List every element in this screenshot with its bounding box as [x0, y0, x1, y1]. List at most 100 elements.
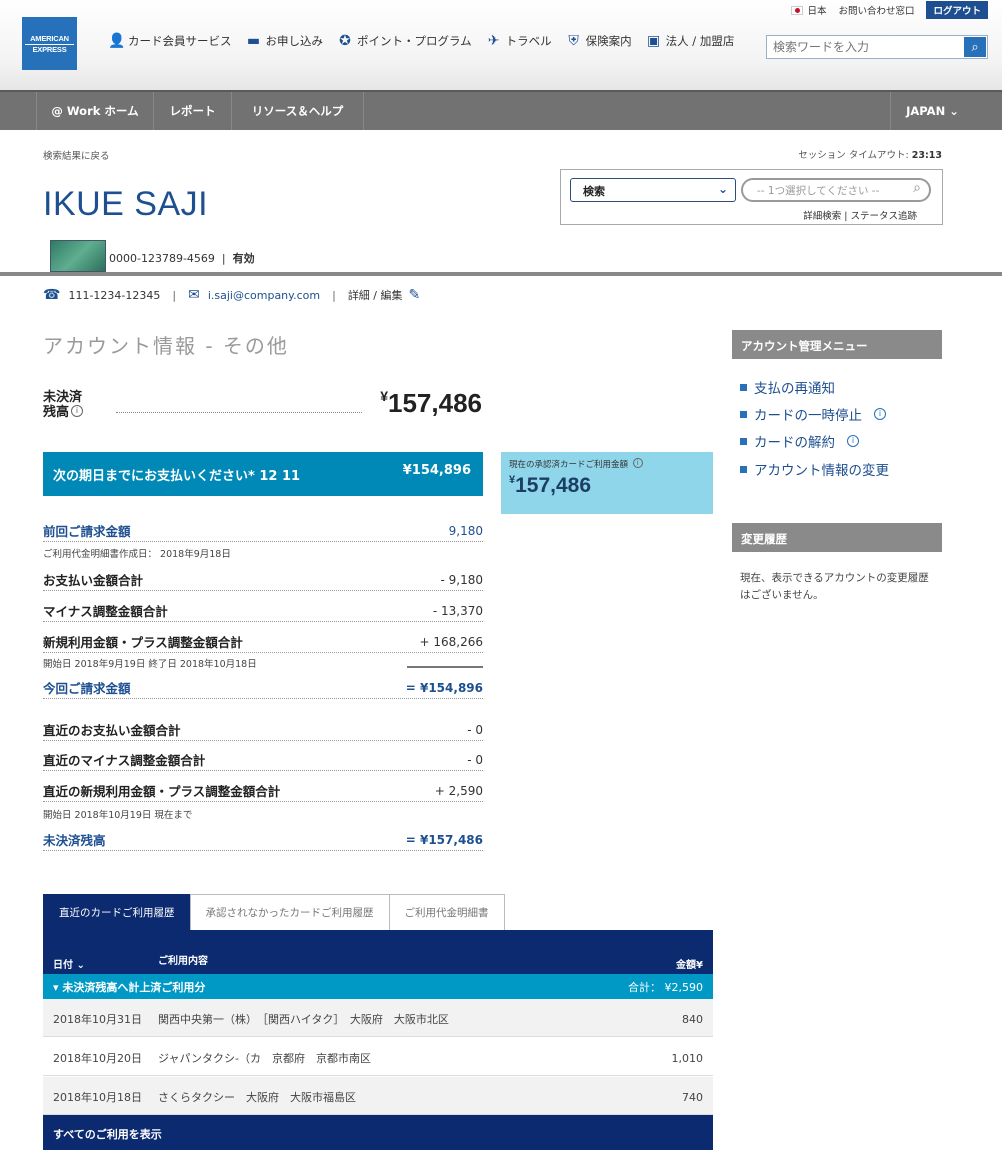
info-icon[interactable]: i [847, 435, 859, 447]
main-nav: 👤 カード会員サービス ▬ お申し込み ✪ ポイント・プログラム ✈ トラベル … [108, 33, 748, 49]
tab-recent-transactions[interactable]: 直近のカードご利用履歴 [43, 894, 191, 930]
sum-line [407, 666, 483, 668]
nav-item-member-services[interactable]: 👤 カード会員サービス [108, 33, 232, 49]
bullet-icon [740, 410, 747, 418]
country-link[interactable]: 日本 [807, 3, 826, 17]
nav-item-points[interactable]: ✪ ポイント・プログラム [337, 33, 472, 49]
bullet-icon [740, 437, 747, 445]
utility-bar: 日本 お問い合わせ窓口 ログアウト [791, 0, 988, 20]
tab-declined-transactions[interactable]: 承認されなかったカードご利用履歴 [189, 894, 390, 930]
contact-line: ☎ 111-1234-12345 | ✉ i.saji@company.com … [43, 287, 421, 303]
tab-resources[interactable]: リソース＆ヘルプ [232, 92, 364, 130]
nav-item-corporate[interactable]: ▣ 法人 / 加盟店 [646, 33, 734, 49]
status-tracking-link[interactable]: ステータス追跡 [850, 211, 917, 222]
bullet-icon [740, 465, 747, 473]
col-date-sort[interactable]: 日付 ⌄ [53, 956, 85, 971]
table-row[interactable]: 2018年10月18日 さくらタクシー 大阪府 大阪市福島区 740 [43, 1077, 713, 1115]
current-authorized-label: 現在の承認済カードご利用金額 [509, 460, 629, 470]
row-recent-new: 直近の新規利用金額・プラス調整金額合計 + 2,590 [43, 781, 483, 802]
group-row[interactable]: ▾ 未決済残高へ計上済ご利用分 合計： ¥2,590 [43, 974, 713, 999]
person-icon: 👤 [108, 33, 126, 49]
card-image [50, 240, 106, 272]
dotted-leader [116, 412, 362, 413]
pencil-icon[interactable]: ✎ [409, 287, 421, 303]
chevron-down-icon: ⌄ [717, 182, 728, 196]
email-link[interactable]: i.saji@company.com [208, 289, 320, 302]
row-this-bill: 今回ご請求金額 = ¥154,896 [43, 678, 483, 699]
tab-report[interactable]: レポート [154, 92, 232, 130]
account-menu-title: アカウント管理メニュー [732, 330, 942, 359]
table-row[interactable]: 2018年10月20日 ジャパンタクシ-（カ 京都府 京都市南区 1,010 [43, 1038, 713, 1076]
card-number-line: 0000-123789-4569 | 有効 [109, 252, 255, 265]
payment-due-label: 次の期日までにお支払いください* 12 11 [53, 469, 301, 484]
change-history-title: 変更履歴 [732, 523, 942, 552]
airplane-icon: ✈ [487, 33, 500, 49]
caret-down-icon: ▾ [53, 981, 63, 994]
transaction-tabs: 直近のカードご利用履歴 承認されなかったカードご利用履歴 ご利用代金明細書 [43, 894, 505, 930]
logout-button[interactable]: ログアウト [926, 1, 988, 19]
nav-item-travel[interactable]: ✈ トラベル [486, 33, 552, 49]
mail-icon: ✉ [188, 287, 200, 303]
payment-due-bar: 次の期日までにお支払いください* 12 11 ¥154,896 [43, 452, 483, 496]
bullet-icon [740, 383, 747, 391]
secondary-nav: @ Work ホーム レポート リソース＆ヘルプ JAPAN ⌄ [0, 90, 1002, 130]
group-total: 合計： ¥2,590 [628, 981, 703, 994]
table-header: 日付 ⌄ ご利用内容 金額¥ [43, 930, 713, 974]
menu-item-card-suspend[interactable]: カードの一時停止 i [740, 404, 886, 424]
advanced-search-link[interactable]: 詳細検索 [803, 211, 841, 222]
gear-badge-icon: ✪ [339, 33, 351, 49]
menu-item-account-change[interactable]: アカウント情報の変更 [740, 459, 889, 479]
outstanding-balance-label: 未決済残高 i [43, 390, 84, 420]
info-icon[interactable]: i [632, 458, 643, 468]
search-type-select[interactable]: 検索 ⌄ [570, 178, 736, 202]
chevron-down-icon: ⌄ [73, 960, 85, 971]
section-title: アカウント情報 - その他 [43, 334, 289, 358]
recent-new-period: 開始日 2018年10月19日 現在まで [43, 810, 193, 821]
current-authorized-value: ¥157,486 [509, 474, 592, 497]
payment-due-value: ¥154,896 [402, 463, 471, 478]
row-previous-bill: 前回ご請求金額 9,180 [43, 521, 483, 542]
cardholder-name: IKUE SAJI [43, 185, 209, 223]
nav-item-apply[interactable]: ▬ お申し込み [246, 33, 323, 49]
show-all-transactions-link[interactable]: すべてのご利用を表示 [43, 1115, 713, 1150]
change-history-text: 現在、表示できるアカウントの変更履歴はございません。 [740, 572, 929, 601]
row-new-charges: 新規利用金額・プラス調整金額合計 + 168,266 [43, 632, 483, 653]
japan-flag-icon [791, 5, 804, 15]
menu-item-payment-reminder[interactable]: 支払の再通知 [740, 377, 835, 397]
account-search-box: 検索 ⌄ -- 1つ選択してください -- ⌕ 詳細検索 | ステータス追跡 [560, 169, 943, 225]
row-recent-minus: 直近のマイナス調整金額合計 - 0 [43, 750, 483, 771]
site-search: ⌕ [766, 35, 988, 59]
row-payments-total: お支払い金額合計 - 9,180 [43, 570, 483, 591]
previous-bill-date: ご利用代金明細書作成日： 2018年9月18日 [43, 549, 231, 560]
menu-item-card-cancel[interactable]: カードの解約 i [740, 431, 859, 451]
contact-link[interactable]: お問い合わせ窓口 [838, 3, 914, 17]
card-status: 有効 [232, 252, 255, 265]
shield-icon: ⛨ [568, 33, 579, 49]
amex-logo[interactable]: AMERICAN EXPRESS [22, 17, 77, 70]
site-search-input[interactable] [767, 40, 964, 54]
phone-icon: ☎ [43, 287, 61, 303]
tab-work-home[interactable]: @ Work ホーム [36, 92, 154, 130]
card-number: 0000-123789-4569 [109, 252, 215, 265]
card-icon: ▬ [246, 33, 261, 49]
back-to-results-link[interactable]: 検索結果に戻る [43, 148, 110, 162]
table-row[interactable]: 2018年10月31日 関西中央第一（株） ［関西ハイタク］ 大阪府 大阪市北区… [43, 999, 713, 1037]
tab-statements[interactable]: ご利用代金明細書 [388, 894, 505, 930]
detail-edit-link[interactable]: 詳細 / 編集 [348, 287, 403, 303]
top-header: AMERICAN EXPRESS 日本 お問い合わせ窓口 ログアウト 👤 カード… [0, 0, 1002, 90]
info-icon[interactable]: i [71, 405, 84, 417]
outstanding-balance-value: ¥157,486 [380, 388, 482, 418]
chevron-down-icon: ⌄ [949, 104, 959, 118]
col-description: ご利用内容 [158, 956, 208, 967]
region-selector[interactable]: JAPAN ⌄ [890, 92, 974, 130]
info-icon[interactable]: i [874, 408, 886, 420]
row-minus-adjustment: マイナス調整金額合計 - 13,370 [43, 601, 483, 622]
search-icon[interactable]: ⌕ [913, 180, 921, 196]
row-unsettled-balance: 未決済残高 = ¥157,486 [43, 830, 483, 851]
chart-icon: ▣ [647, 33, 661, 49]
col-amount: 金額¥ [676, 960, 703, 971]
search-links: 詳細検索 | ステータス追跡 [803, 211, 917, 222]
search-criteria-input[interactable]: -- 1つ選択してください -- ⌕ [741, 178, 931, 202]
search-icon[interactable]: ⌕ [964, 37, 986, 57]
nav-item-insurance[interactable]: ⛨ 保険案内 [566, 33, 631, 49]
